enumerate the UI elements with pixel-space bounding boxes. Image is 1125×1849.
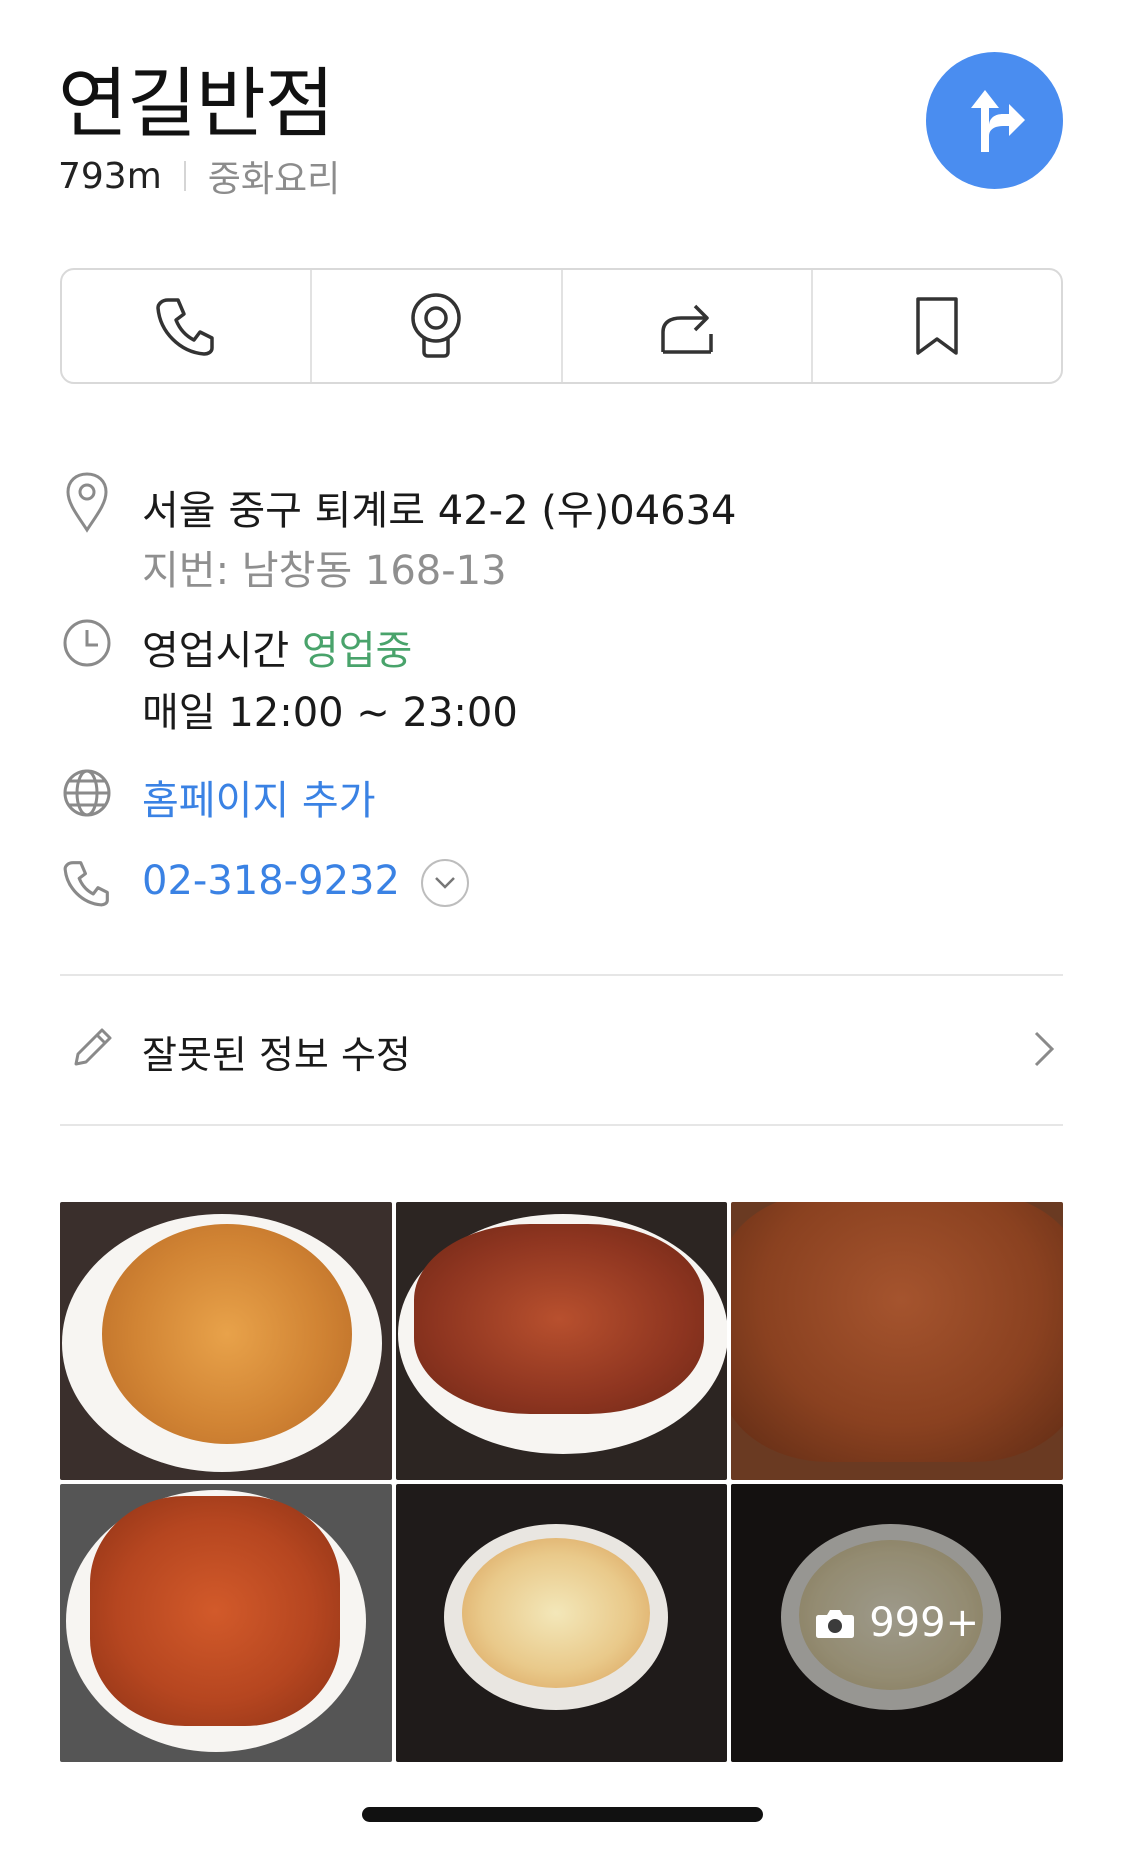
photo-thumbnail[interactable]: [395, 1202, 728, 1480]
lot-address: 지번: 남창동 168-13: [142, 548, 507, 594]
distance-text: 793m: [58, 155, 162, 197]
share-action-button[interactable]: [563, 270, 813, 382]
home-indicator[interactable]: [362, 1807, 763, 1822]
chevron-down-icon: [435, 877, 455, 889]
location-icon: [66, 472, 108, 533]
section-divider: [60, 1124, 1063, 1126]
more-photos-overlay: 999+: [731, 1484, 1063, 1762]
photo-thumbnail[interactable]: [60, 1484, 392, 1762]
bookmark-icon: [916, 297, 958, 355]
place-title: 연길반점: [58, 59, 335, 148]
chevron-right-icon: [1034, 1031, 1055, 1067]
photo-thumbnail[interactable]: [395, 1484, 728, 1762]
directions-icon: [970, 89, 1025, 152]
save-action-button[interactable]: [813, 270, 1061, 382]
action-bar: [60, 268, 1063, 384]
open-status: 영업중: [301, 628, 413, 674]
globe-icon: [63, 769, 111, 817]
hours-heading: 영업시간 영업중: [142, 618, 412, 676]
pencil-icon: [74, 1028, 112, 1066]
phone-number-link[interactable]: 02-318-9232: [142, 858, 400, 904]
hours-schedule: 매일 12:00 ~ 23:00: [142, 690, 518, 736]
photo-more-thumbnail[interactable]: 999+: [731, 1484, 1063, 1762]
hours-label: 영업시간: [142, 628, 290, 674]
map-pin-icon: [411, 293, 462, 358]
category-text: 중화요리: [207, 159, 341, 200]
meta-divider: [183, 161, 186, 191]
place-detail-page: 연길반점 793m 중화요리 서울 중구 퇴계로 42-2 (우)04634 지…: [0, 0, 1125, 1849]
photo-grid: 999+: [60, 1202, 1063, 1762]
photo-thumbnail[interactable]: [731, 1202, 1063, 1480]
more-photos-count: 999+: [869, 1600, 980, 1646]
clock-icon: [63, 619, 111, 667]
photo-thumbnail[interactable]: [60, 1202, 392, 1480]
add-homepage-link[interactable]: 홈페이지 추가: [142, 768, 376, 826]
report-incorrect-info-row[interactable]: 잘못된 정보 수정: [60, 1000, 1063, 1100]
report-incorrect-info-label: 잘못된 정보 수정: [142, 1033, 411, 1077]
share-icon: [660, 304, 713, 354]
road-address: 서울 중구 퇴계로 42-2 (우)04634: [142, 488, 737, 534]
place-meta: 793m 중화요리: [58, 150, 340, 202]
street-view-action-button[interactable]: [312, 270, 563, 382]
section-divider: [60, 974, 1063, 976]
phone-expand-button[interactable]: [421, 859, 469, 907]
camera-icon: [816, 1610, 855, 1638]
directions-button[interactable]: [926, 52, 1063, 189]
phone-icon: [156, 298, 214, 356]
call-action-button[interactable]: [62, 270, 313, 382]
phone-icon: [63, 861, 109, 907]
